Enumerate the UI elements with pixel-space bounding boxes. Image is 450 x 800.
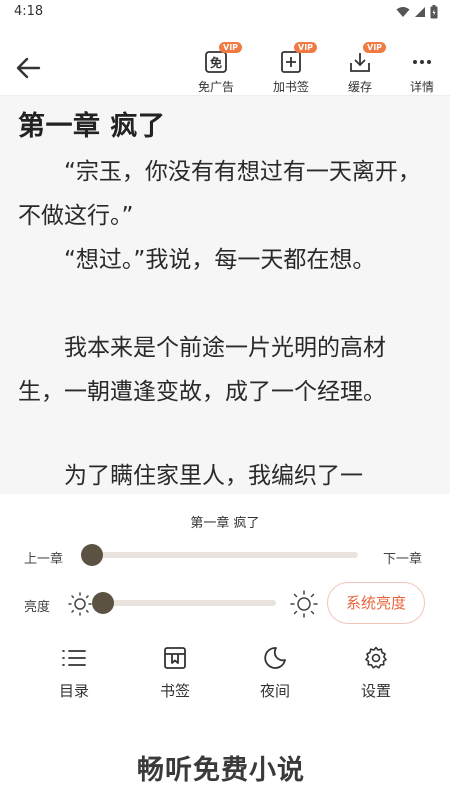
signal-icon bbox=[415, 7, 425, 17]
list-icon bbox=[62, 650, 86, 666]
cache-button[interactable]: VIP 缓存 bbox=[332, 42, 388, 95]
moon-icon bbox=[264, 647, 286, 669]
vip-badge: VIP bbox=[219, 42, 243, 53]
chapter-heading: 第一章 疯了 bbox=[18, 111, 166, 142]
download-icon bbox=[350, 53, 370, 72]
nav-item-night[interactable]: 夜间 bbox=[245, 646, 305, 701]
promo-banner[interactable]: 畅听免费小说 bbox=[0, 724, 450, 800]
paragraph: 我本来是个前途一片光明的高材生，一朝遭逢变故，成了一个经理。 bbox=[18, 335, 386, 405]
no-ads-label: 免广告 bbox=[197, 80, 234, 94]
svg-text:免: 免 bbox=[210, 55, 222, 70]
battery-icon bbox=[430, 5, 438, 19]
brightness-high-icon bbox=[290, 590, 318, 618]
vip-badge: VIP bbox=[294, 42, 318, 53]
bookmark-icon bbox=[164, 647, 186, 669]
cache-label: 缓存 bbox=[347, 80, 372, 94]
nav-label-night: 夜间 bbox=[259, 682, 290, 700]
nav-label-bookmarks: 书签 bbox=[159, 682, 190, 700]
vip-badge: VIP bbox=[363, 42, 387, 53]
reader-toolbar: 免 VIP 免广告 VIP 加书签 VIP 缓存 详情 bbox=[0, 26, 450, 96]
promo-fade bbox=[300, 734, 450, 794]
promo-text: 畅听免费小说 bbox=[137, 755, 305, 786]
brightness-low-icon bbox=[68, 592, 92, 616]
prev-chapter-button[interactable]: 上一章 bbox=[24, 548, 63, 567]
paragraph: 为了瞒住家里人，我编织了一 bbox=[64, 463, 363, 489]
no-ads-button[interactable]: 免 VIP 免广告 bbox=[188, 42, 244, 95]
brightness-label: 亮度 bbox=[24, 600, 51, 615]
brightness-knob[interactable] bbox=[92, 592, 114, 614]
details-button[interactable]: 详情 bbox=[394, 44, 450, 95]
reading-content[interactable]: 第一章 疯了 “宗玉，你没有有想过有一天离开，不做这行。” “想过。”我说，每一… bbox=[0, 96, 450, 494]
details-label: 详情 bbox=[409, 80, 434, 94]
paragraph: “想过。”我说，每一天都在想。 bbox=[64, 247, 376, 273]
chapter-progress-slider[interactable] bbox=[92, 552, 358, 558]
add-bookmark-button[interactable]: VIP 加书签 bbox=[263, 42, 319, 95]
current-chapter-title: 第一章 疯了 bbox=[190, 516, 260, 531]
status-icons bbox=[396, 5, 438, 19]
add-bookmark-icon bbox=[281, 51, 301, 73]
more-dots-icon bbox=[413, 60, 431, 64]
gear-icon bbox=[365, 646, 387, 669]
system-brightness-button[interactable]: 系统亮度 bbox=[327, 582, 425, 624]
next-chapter-button[interactable]: 下一章 bbox=[383, 548, 422, 567]
wifi-icon bbox=[396, 7, 410, 17]
nav-item-toc[interactable]: 目录 bbox=[44, 646, 104, 701]
status-time: 4:18 bbox=[14, 4, 44, 19]
add-bookmark-label: 加书签 bbox=[272, 80, 309, 94]
paragraph: “宗玉，你没有有想过有一天离开，不做这行。” bbox=[18, 159, 421, 229]
reader-settings-panel: 第一章 疯了 上一章 下一章 亮度 系统亮度 目录 书签 夜间 设置 bbox=[0, 494, 450, 724]
nav-item-bookmarks[interactable]: 书签 bbox=[145, 646, 205, 701]
status-bar: 4:18 bbox=[0, 0, 450, 26]
nav-item-settings[interactable]: 设置 bbox=[346, 646, 406, 701]
nav-label-toc: 目录 bbox=[58, 682, 89, 700]
no-ads-icon: 免 bbox=[205, 51, 227, 73]
back-arrow-icon[interactable] bbox=[14, 56, 42, 80]
nav-label-settings: 设置 bbox=[360, 682, 391, 700]
brightness-slider[interactable] bbox=[102, 600, 276, 606]
chapter-progress-knob[interactable] bbox=[81, 544, 103, 566]
